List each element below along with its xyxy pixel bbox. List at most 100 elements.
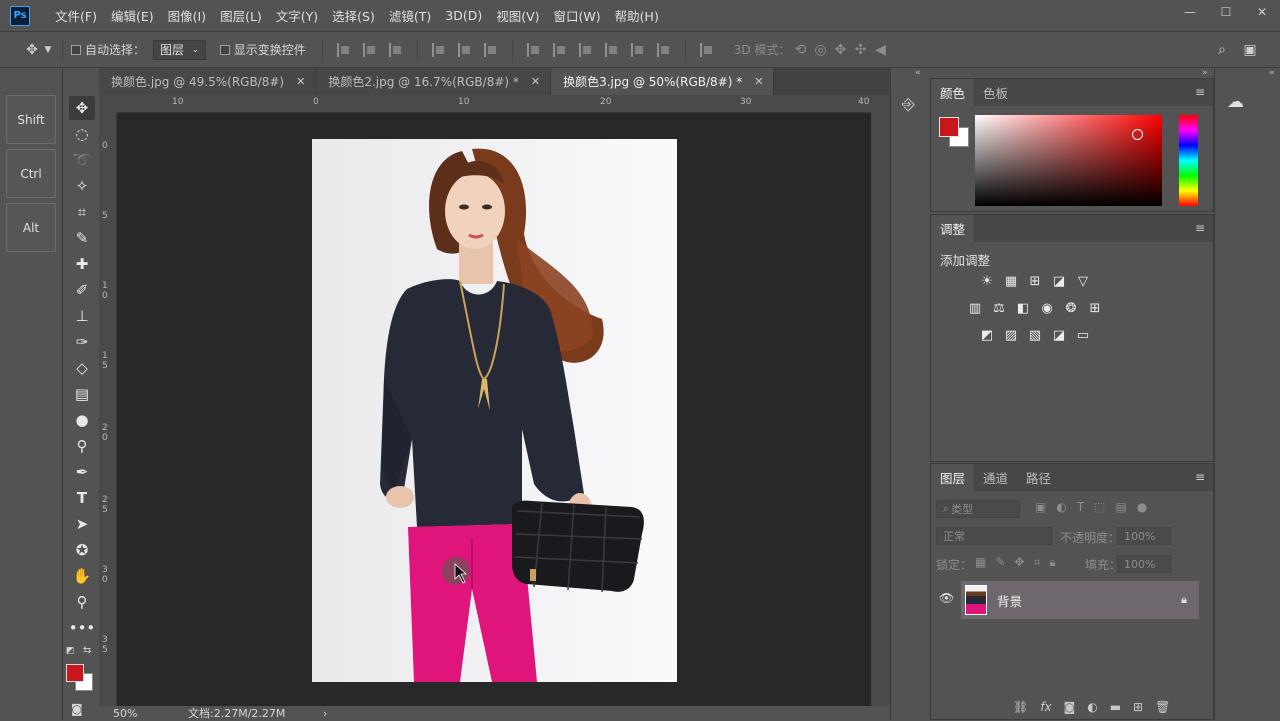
distribute-right-icon[interactable]: [656, 42, 671, 57]
maximize-button[interactable]: ☐: [1208, 0, 1244, 24]
swap-colors-icon[interactable]: ⇆: [83, 645, 91, 656]
black-white-icon[interactable]: ◧: [1015, 300, 1031, 316]
foreground-color-swatch[interactable]: [939, 117, 959, 137]
type-tool-icon[interactable]: T: [69, 486, 95, 510]
gradient-map-icon[interactable]: ▭: [1075, 327, 1091, 343]
minimize-button[interactable]: —: [1172, 0, 1208, 24]
ctrl-key-button[interactable]: Ctrl: [6, 149, 56, 198]
zoom-icon[interactable]: ⚲: [69, 590, 95, 614]
type-filter-icon[interactable]: T: [1077, 500, 1084, 514]
align-hcenter-icon[interactable]: [457, 42, 472, 57]
channel-mixer-icon[interactable]: ❂: [1063, 300, 1079, 316]
status-menu-arrow[interactable]: ›: [323, 707, 327, 720]
foreground-color-swatch[interactable]: [66, 664, 84, 682]
menu-help[interactable]: 帮助(H): [608, 6, 666, 25]
tab-adjustments[interactable]: 调整: [931, 215, 975, 242]
close-icon[interactable]: ✕: [754, 75, 763, 88]
collapse-icon[interactable]: «: [1269, 68, 1275, 78]
tab-paths[interactable]: 路径: [1017, 464, 1060, 491]
color-picker-ring[interactable]: [1132, 129, 1143, 140]
threshold-icon[interactable]: ▧: [1027, 327, 1043, 343]
workspace-icon[interactable]: ▣: [1240, 40, 1260, 60]
distribute-bottom-icon[interactable]: [578, 42, 593, 57]
vertical-scrollbar[interactable]: [871, 95, 890, 706]
lock-all-icon[interactable]: 🔒︎: [1049, 555, 1055, 570]
3d-scale-icon[interactable]: ◀: [870, 40, 890, 60]
path-selection-icon[interactable]: ➤: [69, 512, 95, 536]
posterize-icon[interactable]: ▨: [1003, 327, 1019, 343]
hand-icon[interactable]: ✋: [69, 564, 95, 588]
align-left-icon[interactable]: [431, 42, 446, 57]
close-icon[interactable]: ✕: [531, 75, 540, 88]
exposure-icon[interactable]: ◪: [1051, 273, 1067, 289]
curves-icon[interactable]: ⊞: [1027, 273, 1043, 289]
lock-transparent-icon[interactable]: ▦: [975, 555, 986, 570]
blend-mode-dropdown[interactable]: 正常: [936, 527, 1052, 545]
filter-toggle-icon[interactable]: ●: [1137, 500, 1147, 514]
close-button[interactable]: ✕: [1244, 0, 1280, 24]
tab-swatches[interactable]: 色板: [974, 79, 1017, 106]
brightness-icon[interactable]: ☀: [979, 273, 995, 289]
distribute-left-icon[interactable]: [604, 42, 619, 57]
eyedropper-icon[interactable]: ✎: [69, 226, 95, 250]
menu-layer[interactable]: 图层(L): [213, 6, 269, 25]
3d-pan-icon[interactable]: ✥: [830, 40, 850, 60]
magic-wand-icon[interactable]: ✧: [69, 174, 95, 198]
custom-shape-icon[interactable]: ✪: [69, 538, 95, 562]
3d-slide-icon[interactable]: ✣: [850, 40, 870, 60]
menu-select[interactable]: 选择(S): [325, 6, 382, 25]
distribute-hcenter-icon[interactable]: [630, 42, 645, 57]
tab-layers[interactable]: 图层: [931, 464, 975, 491]
menu-window[interactable]: 窗口(W): [547, 6, 608, 25]
tab-channels[interactable]: 通道: [974, 464, 1017, 491]
layer-filter-dropdown[interactable]: ⌕ 类型: [936, 500, 1020, 518]
eraser-icon[interactable]: ◇: [69, 356, 95, 380]
lock-artboard-icon[interactable]: ⌗: [1033, 555, 1040, 570]
tab-document-2[interactable]: 换颜色2.jpg @ 16.7%(RGB/8#) * ✕: [316, 68, 552, 95]
menu-3d[interactable]: 3D(D): [438, 8, 489, 23]
distribute-vcenter-icon[interactable]: [552, 42, 567, 57]
color-field[interactable]: [975, 115, 1162, 206]
libraries-icon[interactable]: ☁: [1227, 92, 1244, 112]
chevron-down-icon[interactable]: ▼: [42, 40, 54, 60]
new-layer-icon[interactable]: ⊞: [1133, 700, 1143, 714]
shape-filter-icon[interactable]: ⬚: [1094, 500, 1105, 514]
document-image[interactable]: [312, 139, 677, 682]
color-lookup-icon[interactable]: ⊞: [1087, 300, 1103, 316]
invert-icon[interactable]: ◩: [979, 327, 995, 343]
opacity-field[interactable]: 100%: [1117, 527, 1171, 545]
gradient-icon[interactable]: ▤: [69, 382, 95, 406]
smart-object-filter-icon[interactable]: ▤: [1116, 500, 1127, 514]
crop-icon[interactable]: ⌗: [69, 200, 95, 224]
distribute-top-icon[interactable]: [526, 42, 541, 57]
color-balance-icon[interactable]: ⚖: [991, 300, 1007, 316]
brush-icon[interactable]: ✐: [69, 278, 95, 302]
menu-view[interactable]: 视图(V): [489, 6, 546, 25]
lock-position-icon[interactable]: ✥: [1014, 555, 1024, 570]
dodge-icon[interactable]: ⚲: [69, 434, 95, 458]
lock-image-icon[interactable]: ✎: [995, 555, 1005, 570]
trash-icon[interactable]: 🗑︎: [1155, 700, 1170, 714]
menu-image[interactable]: 图像(I): [161, 6, 213, 25]
history-panel-icon[interactable]: ⎆: [902, 94, 915, 114]
lasso-icon[interactable]: ➰: [69, 148, 95, 172]
add-mask-icon[interactable]: ◙: [1064, 700, 1076, 714]
vibrance-icon[interactable]: ▽: [1075, 273, 1091, 289]
pen-icon[interactable]: ✒: [69, 460, 95, 484]
alt-key-button[interactable]: Alt: [6, 203, 56, 252]
move-tool-icon[interactable]: ✥: [22, 40, 42, 60]
healing-brush-icon[interactable]: ✚: [69, 252, 95, 276]
selective-color-icon[interactable]: ◪: [1051, 327, 1067, 343]
elliptical-marquee-icon[interactable]: ◌: [69, 122, 95, 146]
auto-select-dropdown[interactable]: 图层 ⌄: [153, 39, 206, 60]
panel-menu-icon[interactable]: ≡: [1195, 470, 1205, 484]
eye-visibility-icon[interactable]: 👁︎: [939, 591, 954, 605]
fx-icon[interactable]: fx: [1040, 700, 1051, 714]
shift-key-button[interactable]: Shift: [6, 95, 56, 144]
menu-filter[interactable]: 滤镜(T): [382, 6, 438, 25]
link-layers-icon[interactable]: ⛓: [1013, 700, 1028, 714]
tab-color[interactable]: 颜色: [931, 79, 975, 106]
collapse-icon[interactable]: «: [915, 68, 921, 78]
more-tools-icon[interactable]: •••: [69, 616, 96, 640]
align-bottom-icon[interactable]: [388, 42, 403, 57]
